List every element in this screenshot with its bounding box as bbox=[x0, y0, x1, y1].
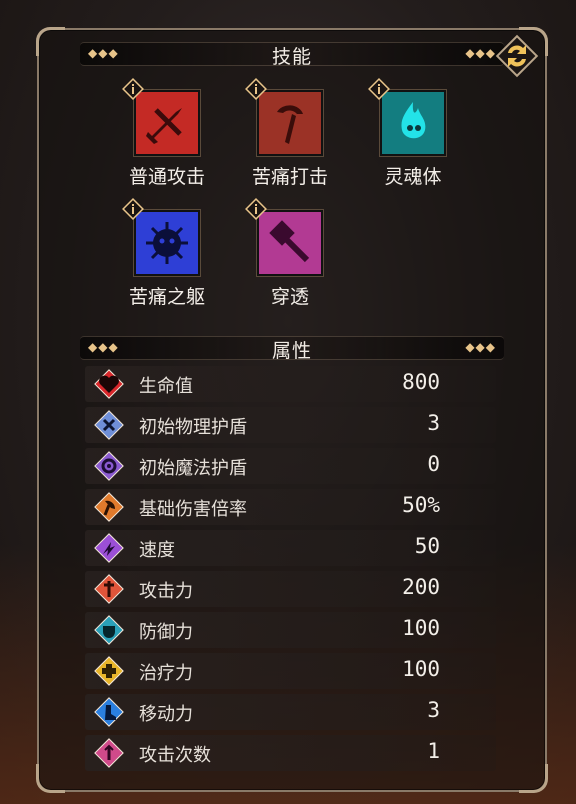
attribute-row: 攻击次数 1 bbox=[85, 735, 496, 771]
defense-armor-icon bbox=[94, 615, 124, 645]
attribute-value: 0 bbox=[427, 452, 440, 476]
attribute-label: 初始魔法护盾 bbox=[139, 458, 247, 479]
attack-count-icon bbox=[94, 738, 124, 768]
skills-title: 技能 bbox=[271, 46, 312, 68]
axe-icon bbox=[94, 492, 124, 522]
info-icon[interactable] bbox=[368, 78, 390, 100]
frame-corner bbox=[519, 764, 548, 793]
skill-name: 灵魂体 bbox=[384, 166, 442, 188]
skill-name: 苦痛打击 bbox=[251, 166, 328, 188]
attribute-value: 100 bbox=[402, 616, 440, 640]
skill-name: 苦痛之躯 bbox=[128, 286, 205, 308]
attribute-value: 200 bbox=[402, 575, 440, 599]
attribute-row: 速度 50 bbox=[85, 530, 496, 566]
physical-shield-icon bbox=[94, 410, 124, 440]
skill-pierce[interactable]: 穿透 bbox=[240, 198, 340, 309]
attribute-label: 攻击力 bbox=[139, 581, 193, 602]
attribute-row: 移动力 3 bbox=[85, 694, 496, 730]
swap-icon bbox=[495, 34, 539, 78]
skill-name: 普通攻击 bbox=[128, 166, 205, 188]
attack-sword-icon bbox=[94, 574, 124, 604]
attribute-value: 3 bbox=[427, 698, 440, 722]
ornament-dots: ◆◆◆ bbox=[465, 46, 496, 60]
skill-soul-body[interactable]: 灵魂体 bbox=[363, 78, 463, 189]
speed-icon bbox=[94, 533, 124, 563]
attributes-header: ◆◆◆ 属性 ◆◆◆ bbox=[80, 336, 504, 362]
attribute-label: 移动力 bbox=[139, 704, 193, 725]
attribute-value: 50 bbox=[414, 534, 440, 558]
attribute-row: 攻击力 200 bbox=[85, 571, 496, 607]
heart-icon bbox=[94, 369, 124, 399]
info-icon[interactable] bbox=[245, 198, 267, 220]
attribute-value: 800 bbox=[402, 370, 440, 394]
heal-cross-icon bbox=[94, 656, 124, 686]
attribute-value: 100 bbox=[402, 657, 440, 681]
skills-header: ◆◆◆ 技能 ◆◆◆ bbox=[80, 42, 504, 68]
attribute-row: 治疗力 100 bbox=[85, 653, 496, 689]
attributes-title: 属性 bbox=[271, 340, 312, 362]
skill-pain-strike[interactable]: 苦痛打击 bbox=[240, 78, 340, 189]
ornament-dots: ◆◆◆ bbox=[465, 340, 496, 354]
attribute-value: 50% bbox=[402, 493, 440, 517]
attribute-label: 防御力 bbox=[139, 622, 193, 643]
frame-corner bbox=[36, 764, 65, 793]
attribute-value: 1 bbox=[427, 739, 440, 763]
attribute-row: 基础伤害倍率 50% bbox=[85, 489, 496, 525]
attribute-row: 生命值 800 bbox=[85, 366, 496, 402]
info-icon[interactable] bbox=[122, 198, 144, 220]
attribute-label: 速度 bbox=[139, 540, 175, 561]
attribute-row: 防御力 100 bbox=[85, 612, 496, 648]
attribute-label: 初始物理护盾 bbox=[139, 417, 247, 438]
attribute-label: 基础伤害倍率 bbox=[139, 499, 247, 520]
frame-corner bbox=[36, 27, 65, 56]
boot-icon bbox=[94, 697, 124, 727]
attribute-label: 治疗力 bbox=[139, 663, 193, 684]
skill-name: 穿透 bbox=[270, 286, 309, 308]
magic-shield-icon bbox=[94, 451, 124, 481]
attribute-row: 初始物理护盾 3 bbox=[85, 407, 496, 443]
swap-button[interactable] bbox=[494, 33, 540, 79]
attribute-value: 3 bbox=[427, 411, 440, 435]
skill-pain-body[interactable]: 苦痛之躯 bbox=[117, 198, 217, 309]
attribute-label: 攻击次数 bbox=[139, 745, 211, 766]
skill-normal-attack[interactable]: 普通攻击 bbox=[117, 78, 217, 189]
info-icon[interactable] bbox=[122, 78, 144, 100]
info-icon[interactable] bbox=[245, 78, 267, 100]
attribute-label: 生命值 bbox=[139, 376, 193, 397]
attribute-row: 初始魔法护盾 0 bbox=[85, 448, 496, 484]
